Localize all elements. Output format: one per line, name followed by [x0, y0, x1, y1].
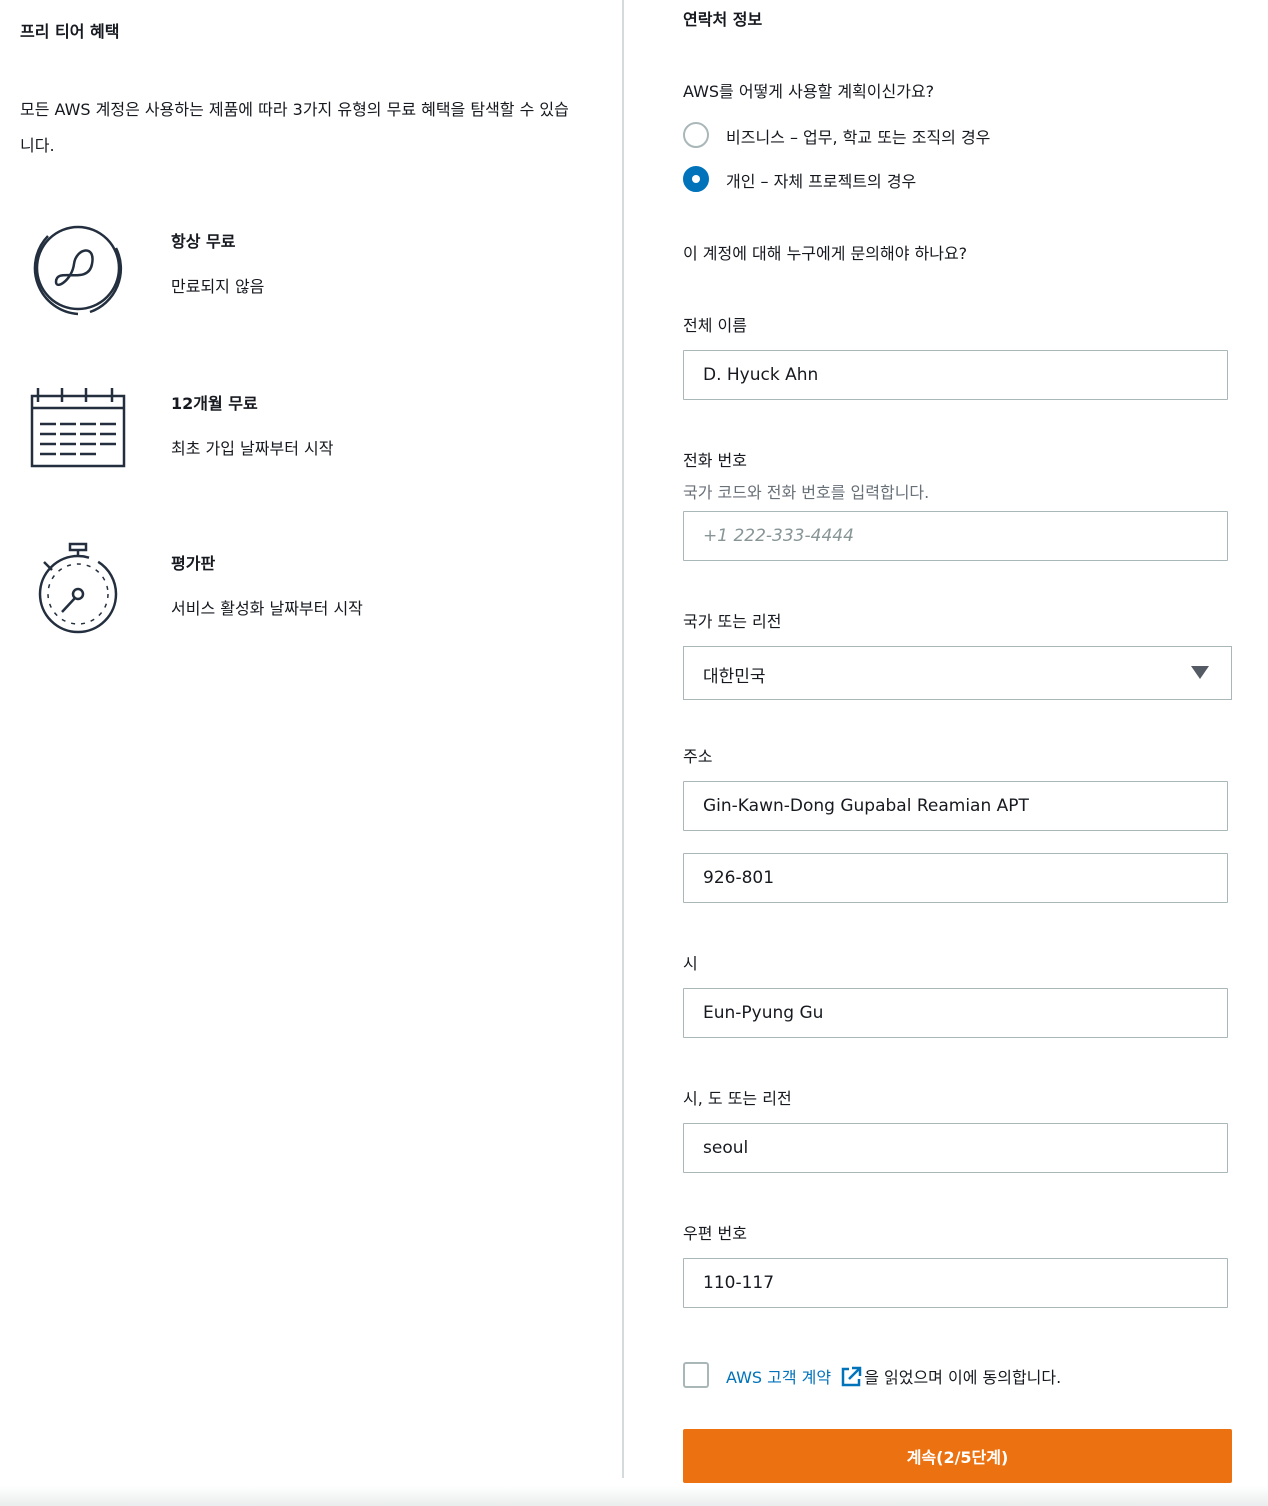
country-label: 국가 또는 리전 — [683, 612, 782, 631]
benefit-title: 항상 무료 — [171, 232, 236, 251]
contact-question: 이 계정에 대해 누구에게 문의해야 하나요? — [683, 244, 968, 263]
agreement-checkbox[interactable] — [683, 1362, 709, 1388]
phone-hint: 국가 코드와 전화 번호를 입력합니다. — [683, 483, 930, 502]
agreement-text: AWS 고객 계약 을 읽었으며 이에 동의합니다. — [726, 1364, 1061, 1388]
benefit-trial: 평가판 서비스 활성화 날짜부터 시작 — [0, 540, 600, 650]
radio-personal[interactable]: 개인 – 자체 프로젝트의 경우 — [683, 166, 1243, 196]
country-select-value: 대한민국 — [703, 667, 766, 687]
agreement-suffix: 을 읽었으며 이에 동의합니다. — [864, 1368, 1062, 1387]
stopwatch-icon — [38, 542, 118, 634]
postal-input[interactable] — [683, 1258, 1228, 1308]
full-name-label: 전체 이름 — [683, 316, 747, 335]
address-line2-input[interactable] — [683, 853, 1228, 903]
phone-label: 전화 번호 — [683, 451, 747, 470]
free-tier-panel: 프리 티어 혜택 모든 AWS 계정은 사용하는 제품에 따라 3가지 유형의 … — [0, 0, 622, 1506]
city-label: 시 — [683, 954, 698, 973]
contact-section-title: 연락처 정보 — [683, 10, 763, 29]
radio-label: 개인 – 자체 프로젝트의 경우 — [726, 172, 917, 191]
radio-business[interactable]: 비즈니스 – 업무, 학교 또는 조직의 경우 — [683, 122, 1243, 152]
infinity-icon — [33, 225, 123, 316]
postal-label: 우편 번호 — [683, 1224, 747, 1243]
radio-button[interactable] — [683, 122, 709, 148]
benefit-title: 12개월 무료 — [171, 394, 258, 413]
benefit-desc: 만료되지 않음 — [171, 277, 265, 296]
state-label: 시, 도 또는 리전 — [683, 1089, 792, 1108]
external-link-icon[interactable] — [840, 1366, 862, 1388]
benefit-always-free: 항상 무료 만료되지 않음 — [0, 218, 600, 328]
usage-question: AWS를 어떻게 사용할 계획이신가요? — [683, 82, 935, 101]
city-input[interactable] — [683, 988, 1228, 1038]
address-label: 주소 — [683, 747, 713, 766]
radio-label: 비즈니스 – 업무, 학교 또는 조직의 경우 — [726, 128, 991, 147]
state-input[interactable] — [683, 1123, 1228, 1173]
radio-button-selected[interactable] — [683, 166, 709, 192]
benefit-desc: 서비스 활성화 날짜부터 시작 — [171, 599, 363, 618]
bottom-shade — [0, 1486, 1268, 1506]
free-tier-title: 프리 티어 혜택 — [20, 22, 120, 41]
continue-button[interactable]: 계속(2/5단계) — [683, 1429, 1232, 1483]
free-tier-description: 모든 AWS 계정은 사용하는 제품에 따라 3가지 유형의 무료 혜택을 탐색… — [20, 100, 569, 155]
benefit-desc: 최초 가입 날짜부터 시작 — [171, 439, 334, 458]
full-name-input[interactable] — [683, 350, 1228, 400]
calendar-icon — [30, 388, 126, 468]
benefit-title: 평가판 — [171, 554, 216, 573]
address-line1-input[interactable] — [683, 781, 1228, 831]
customer-agreement-link[interactable]: AWS 고객 계약 — [726, 1368, 831, 1387]
contact-form: 연락처 정보 AWS를 어떻게 사용할 계획이신가요? 비즈니스 – 업무, 학… — [624, 0, 1268, 1506]
caret-down-icon — [1191, 666, 1209, 679]
benefit-12-months: 12개월 무료 최초 가입 날짜부터 시작 — [0, 380, 600, 490]
phone-input[interactable] — [683, 511, 1228, 561]
country-select[interactable]: 대한민국 — [683, 646, 1232, 700]
